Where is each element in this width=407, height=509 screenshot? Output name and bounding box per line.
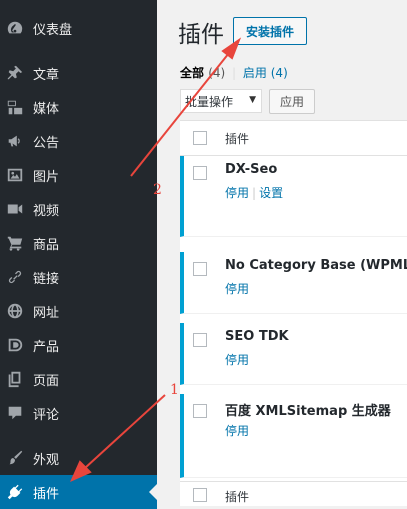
sidebar-item-label: 网址	[33, 305, 60, 321]
sidebar-item-pages[interactable]: 页面	[0, 362, 157, 396]
cart-icon	[5, 233, 25, 253]
deactivate-link[interactable]: 停用	[225, 186, 249, 200]
deactivate-link[interactable]: 停用	[225, 353, 249, 367]
filter-active[interactable]: 启用 (4)	[243, 66, 288, 80]
plugin-name: DX-Seo	[225, 162, 278, 177]
globe-icon	[5, 301, 25, 321]
row-checkbox[interactable]	[193, 262, 207, 276]
sidebar-item-label: 公告	[33, 135, 60, 151]
plugin-actions: 停用	[225, 280, 249, 297]
sidebar-item-comments[interactable]: 评论	[0, 396, 157, 430]
page-title: 插件	[178, 22, 224, 48]
bulk-actions-value: 批量操作	[185, 94, 234, 109]
sidebar-item-label: 媒体	[33, 101, 60, 117]
column-header-plugin: 插件	[225, 132, 250, 146]
sidebar-item-label: 仪表盘	[33, 22, 73, 38]
sidebar-item-media[interactable]: 媒体	[0, 90, 157, 124]
plugin-actions: 停用 | 设置	[225, 184, 283, 201]
sidebar-item-label: 文章	[33, 67, 60, 83]
sidebar-item-posts[interactable]: 文章	[0, 56, 157, 90]
plugin-icon	[5, 482, 25, 502]
sidebar-item-urls[interactable]: 网址	[0, 294, 157, 328]
table-row: 百度 XMLSitemap 生成器 停用	[180, 394, 407, 478]
plugin-name: 百度 XMLSitemap 生成器	[225, 404, 391, 419]
filter-separator: |	[232, 66, 237, 80]
row-checkbox[interactable]	[193, 404, 207, 418]
dashboard-icon	[5, 18, 25, 38]
sidebar-item-images[interactable]: 图片	[0, 158, 157, 192]
sidebar-item-label: 视频	[33, 203, 60, 219]
select-all-checkbox-footer[interactable]	[193, 488, 207, 502]
filter-active-label: 启用	[242, 66, 267, 80]
filter-all-label: 全部	[180, 66, 205, 80]
sidebar-item-label: 链接	[33, 271, 60, 287]
filter-all-count: (4)	[208, 66, 226, 80]
deactivate-link[interactable]: 停用	[225, 282, 249, 296]
media-icon	[5, 97, 25, 117]
table-footer-row: 插件	[180, 481, 407, 506]
sidebar-item-label: 插件	[33, 486, 60, 502]
sidebar-item-label: 评论	[33, 407, 60, 423]
sidebar-item-product[interactable]: 产品	[0, 328, 157, 362]
plugins-table: 插件 DX-Seo 停用 | 设置 No Category Base (WPML) …	[180, 120, 407, 506]
table-row: DX-Seo 停用 | 设置	[180, 156, 407, 237]
sidebar-item-label: 产品	[33, 339, 60, 355]
filter-all[interactable]: 全部 (4)	[180, 66, 225, 80]
table-row: No Category Base (WPML) 停用	[180, 252, 407, 314]
plugin-name: No Category Base (WPML)	[225, 258, 407, 273]
bulk-actions-select[interactable]: 批量操作 ▼	[180, 89, 262, 113]
deactivate-link[interactable]: 停用	[225, 424, 249, 438]
select-all-checkbox[interactable]	[193, 131, 207, 145]
settings-link[interactable]: 设置	[259, 186, 283, 200]
product-icon	[5, 335, 25, 355]
sidebar-item-dashboard[interactable]: 仪表盘	[0, 11, 157, 45]
image-icon	[5, 165, 25, 185]
pin-icon	[5, 63, 25, 83]
chevron-down-icon: ▼	[249, 95, 256, 105]
plugin-name: SEO TDK	[225, 329, 289, 344]
table-header-row: 插件	[180, 121, 407, 156]
plugin-actions: 停用	[225, 351, 249, 368]
sidebar-item-label: 外观	[33, 452, 60, 468]
sidebar-item-appearance[interactable]: 外观	[0, 441, 157, 475]
sidebar-item-announcements[interactable]: 公告	[0, 124, 157, 158]
annotation-label-1: 1	[170, 382, 179, 398]
sidebar-item-label: 图片	[33, 169, 60, 185]
sidebar-item-label: 页面	[33, 373, 60, 389]
sidebar-item-videos[interactable]: 视频	[0, 192, 157, 226]
filter-active-count: (4)	[270, 66, 288, 80]
pages-icon	[5, 369, 25, 389]
sidebar-item-label: 商品	[33, 237, 60, 253]
plugin-status-filters: 全部 (4) | 启用 (4)	[180, 64, 288, 81]
table-row: SEO TDK 停用	[180, 323, 407, 385]
sidebar-item-products[interactable]: 商品	[0, 226, 157, 260]
brush-icon	[5, 448, 25, 468]
admin-sidebar: 仪表盘 文章 媒体 公告 图片 视频 商品 链接 网址 产品 页面 评论 外观 …	[0, 0, 157, 509]
add-plugin-button[interactable]: 安装插件	[233, 17, 307, 45]
row-checkbox[interactable]	[193, 166, 207, 180]
comment-icon	[5, 403, 25, 423]
column-footer-plugin: 插件	[225, 490, 250, 504]
sidebar-item-links[interactable]: 链接	[0, 260, 157, 294]
video-icon	[5, 199, 25, 219]
action-separator: |	[252, 186, 257, 200]
plugin-actions: 停用	[225, 422, 249, 439]
apply-button[interactable]: 应用	[269, 89, 315, 114]
megaphone-icon	[5, 131, 25, 151]
row-checkbox[interactable]	[193, 333, 207, 347]
link-icon	[5, 267, 25, 287]
